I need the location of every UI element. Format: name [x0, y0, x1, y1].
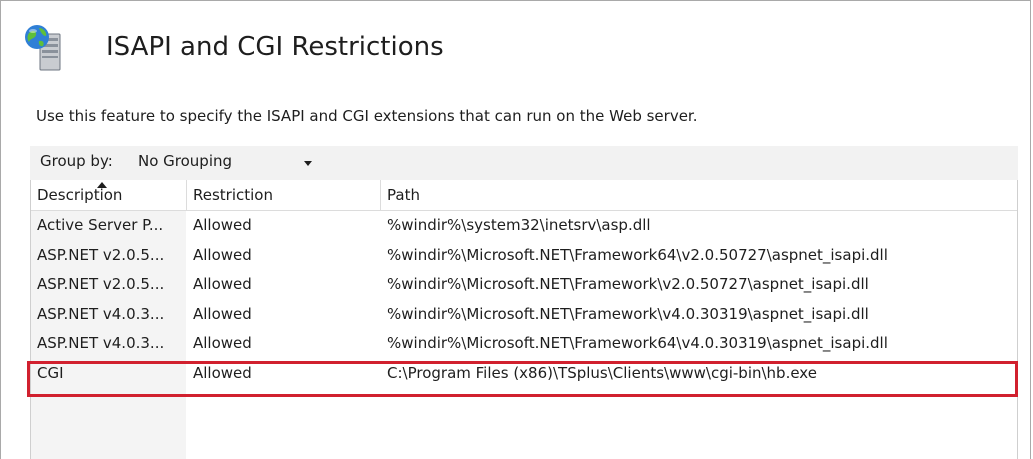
- table-row[interactable]: ASP.NET v2.0.5... Allowed %windir%\Micro…: [31, 241, 1017, 271]
- page-title: ISAPI and CGI Restrictions: [106, 32, 444, 62]
- restrictions-table: Description Restriction Path Active Serv…: [30, 180, 1018, 459]
- cell-path: C:\Program Files (x86)\TSplus\Clients\ww…: [387, 363, 817, 382]
- sort-ascending-icon: [97, 182, 107, 188]
- table-header: Description Restriction Path: [31, 180, 1017, 211]
- column-header-restriction[interactable]: Restriction: [187, 180, 381, 210]
- table-row[interactable]: Active Server P... Allowed %windir%\syst…: [31, 211, 1017, 241]
- cell-description: Active Server P...: [37, 216, 164, 234]
- table-body: Active Server P... Allowed %windir%\syst…: [31, 211, 1017, 389]
- cell-path: %windir%\Microsoft.NET\Framework\v4.0.30…: [387, 304, 869, 323]
- cell-description: ASP.NET v2.0.5...: [37, 275, 165, 294]
- table-row[interactable]: ASP.NET v4.0.3... Allowed %windir%\Micro…: [31, 300, 1017, 330]
- page-description: Use this feature to specify the ISAPI an…: [36, 107, 698, 125]
- cell-path: %windir%\system32\inetsrv\asp.dll: [387, 216, 651, 234]
- group-by-dropdown[interactable]: No Grouping: [128, 148, 318, 176]
- cell-description: ASP.NET v4.0.3...: [37, 334, 165, 353]
- group-by-bar: Group by: No Grouping: [30, 146, 1018, 180]
- cell-path: %windir%\Microsoft.NET\Framework64\v4.0.…: [387, 334, 888, 353]
- table-row-cgi[interactable]: CGI Allowed C:\Program Files (x86)\TSplu…: [31, 359, 1017, 389]
- column-header-description[interactable]: Description: [31, 180, 187, 210]
- server-globe-icon: [25, 25, 61, 71]
- cell-restriction: Allowed: [193, 216, 252, 234]
- cell-description: ASP.NET v2.0.5...: [37, 245, 165, 264]
- cell-restriction: Allowed: [193, 245, 252, 264]
- column-header-path[interactable]: Path: [381, 180, 1017, 210]
- cell-restriction: Allowed: [193, 363, 252, 382]
- cell-restriction: Allowed: [193, 275, 252, 294]
- table-row[interactable]: ASP.NET v2.0.5... Allowed %windir%\Micro…: [31, 270, 1017, 300]
- cell-restriction: Allowed: [193, 334, 252, 353]
- table-row[interactable]: ASP.NET v4.0.3... Allowed %windir%\Micro…: [31, 329, 1017, 359]
- cell-path: %windir%\Microsoft.NET\Framework\v2.0.50…: [387, 275, 869, 294]
- cell-path: %windir%\Microsoft.NET\Framework64\v2.0.…: [387, 245, 888, 264]
- group-by-value: No Grouping: [138, 152, 233, 170]
- cell-restriction: Allowed: [193, 304, 252, 323]
- cell-description: CGI: [37, 363, 64, 382]
- column-header-label: Restriction: [193, 186, 273, 204]
- cell-description: ASP.NET v4.0.3...: [37, 304, 165, 323]
- group-by-label: Group by:: [40, 152, 113, 170]
- column-header-label: Description: [37, 186, 123, 204]
- chevron-down-icon: [304, 161, 312, 166]
- column-header-label: Path: [387, 186, 420, 204]
